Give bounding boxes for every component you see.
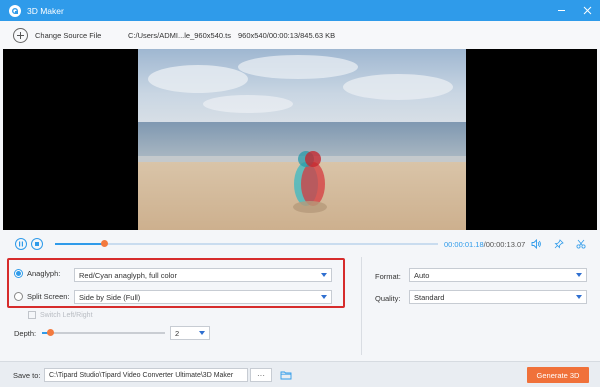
format-select-value: Auto [414, 270, 430, 280]
scissors-icon [576, 239, 586, 249]
pin-button[interactable] [553, 238, 565, 250]
stop-button[interactable] [31, 238, 43, 250]
playback-progress-fill [55, 243, 105, 245]
change-source-button[interactable]: Change Source File [13, 27, 102, 43]
quality-select-value: Standard [414, 292, 445, 302]
current-time: 00:00:01.18 [444, 240, 484, 249]
settings-divider [361, 257, 362, 355]
playback-time: 00:00:01.18/00:00:13.07 [444, 240, 525, 249]
quality-select[interactable]: Standard [409, 290, 587, 304]
3d-maker-window: 3D Maker Change Source File C:/Users/ADM… [0, 0, 600, 387]
open-folder-button[interactable] [279, 368, 293, 382]
save-to-label: Save to: [13, 371, 41, 380]
source-file-info: 960x540/00:00:13/845.63 KB [238, 30, 336, 40]
playback-bar: 00:00:01.18/00:00:13.07 [0, 233, 600, 255]
pause-icon [19, 241, 23, 247]
switch-left-right-option: Switch Left/Right [28, 311, 93, 319]
close-icon [583, 6, 591, 15]
format-select[interactable]: Auto [409, 268, 587, 282]
change-source-label: Change Source File [35, 30, 102, 40]
annotation-highlight-box [7, 258, 345, 308]
pin-icon [554, 239, 564, 249]
chevron-down-icon [576, 295, 582, 299]
folder-icon [280, 371, 292, 380]
quality-label: Quality: [375, 294, 401, 303]
cut-button[interactable] [575, 238, 587, 250]
playback-progress-track[interactable] [55, 240, 438, 247]
chevron-down-icon [199, 331, 205, 335]
plus-icon [13, 27, 28, 43]
browse-button[interactable]: ··· [250, 368, 272, 382]
generate-3d-button[interactable]: Generate 3D [527, 367, 589, 383]
preview-frame [138, 49, 466, 230]
volume-button[interactable] [530, 238, 542, 250]
format-label: Format: [375, 272, 401, 281]
pause-button[interactable] [15, 238, 27, 250]
switch-left-right-label: Switch Left/Right [40, 311, 93, 319]
window-title: 3D Maker [27, 5, 64, 16]
minimize-icon [557, 10, 565, 11]
volume-icon [531, 239, 541, 249]
output-bar: Save to: C:\Tipard Studio\Tipard Video C… [0, 361, 600, 387]
depth-select-value: 2 [175, 328, 180, 338]
save-path-field[interactable]: C:\Tipard Studio\Tipard Video Converter … [44, 368, 248, 382]
depth-label: Depth: [14, 329, 37, 338]
save-path-value: C:\Tipard Studio\Tipard Video Converter … [49, 371, 234, 379]
depth-slider-track[interactable] [42, 329, 165, 336]
source-file-path: C:/Users/ADMI...le_960x540.ts [128, 30, 231, 40]
app-logo-icon [9, 4, 21, 17]
stop-icon [35, 242, 39, 246]
chevron-down-icon [576, 273, 582, 277]
title-bar: 3D Maker [0, 0, 600, 21]
close-button[interactable] [574, 0, 600, 21]
total-duration: /00:00:13.07 [483, 240, 526, 249]
playback-progress-knob[interactable] [101, 240, 109, 247]
depth-select[interactable]: 2 [170, 326, 210, 340]
source-bar: Change Source File C:/Users/ADMI...le_96… [0, 21, 600, 49]
video-preview [3, 49, 597, 230]
minimize-button[interactable] [548, 0, 574, 21]
switch-left-right-checkbox [28, 311, 36, 319]
